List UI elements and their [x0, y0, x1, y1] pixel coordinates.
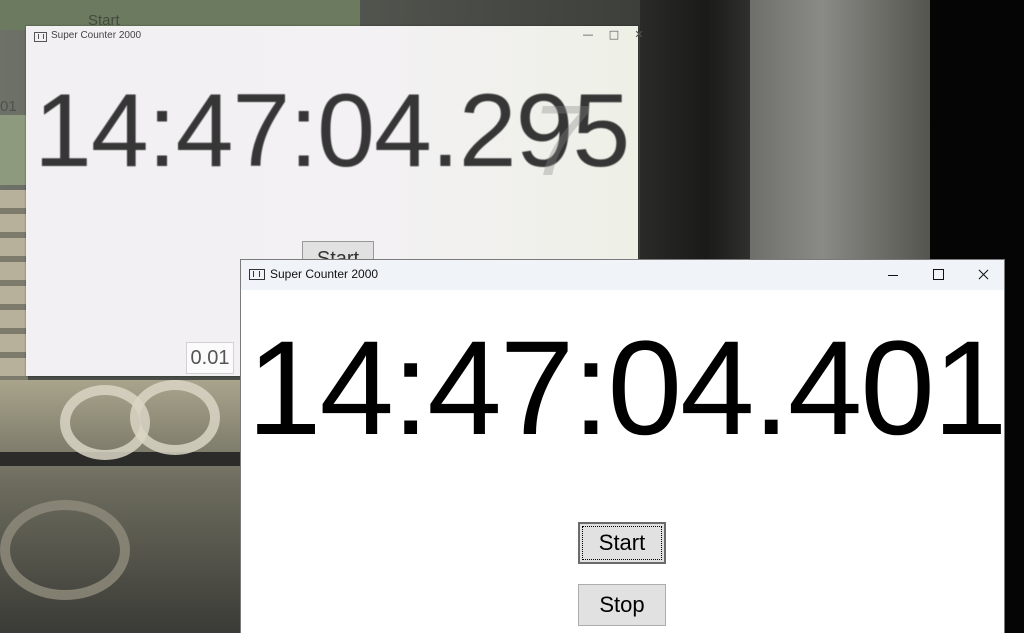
left-strip	[0, 115, 28, 185]
foreground-window: Super Counter 2000 14:47:04.401 Start St…	[240, 259, 1007, 633]
monitor-bezel	[640, 0, 750, 260]
grey-wall	[750, 0, 930, 260]
cable-coil	[0, 500, 130, 600]
faint-number-text: 01	[0, 98, 17, 115]
left-strip-lower	[0, 190, 28, 380]
window-title: Super Counter 2000	[270, 267, 379, 281]
ghost-digit: 7	[531, 85, 587, 197]
app-icon	[34, 32, 47, 42]
stop-button[interactable]: Stop	[578, 584, 666, 626]
close-icon[interactable]	[961, 260, 1005, 290]
maximize-icon: □	[608, 28, 620, 41]
app-icon	[249, 269, 265, 280]
clock-display: 14:47:04.401	[247, 314, 1007, 463]
background-window-title: Super Counter 2000	[51, 30, 142, 41]
background-titlebar: Super Counter 2000 — □ ✕	[26, 26, 644, 48]
start-button[interactable]: Start	[578, 522, 666, 564]
maximize-icon[interactable]	[916, 260, 960, 290]
cable-coil	[130, 380, 220, 455]
foreground-titlebar[interactable]: Super Counter 2000	[241, 260, 1004, 290]
background-number-field: 0.01	[186, 342, 234, 374]
minimize-icon[interactable]	[871, 260, 915, 290]
minimize-icon: —	[582, 28, 594, 41]
close-icon: ✕	[634, 28, 644, 41]
